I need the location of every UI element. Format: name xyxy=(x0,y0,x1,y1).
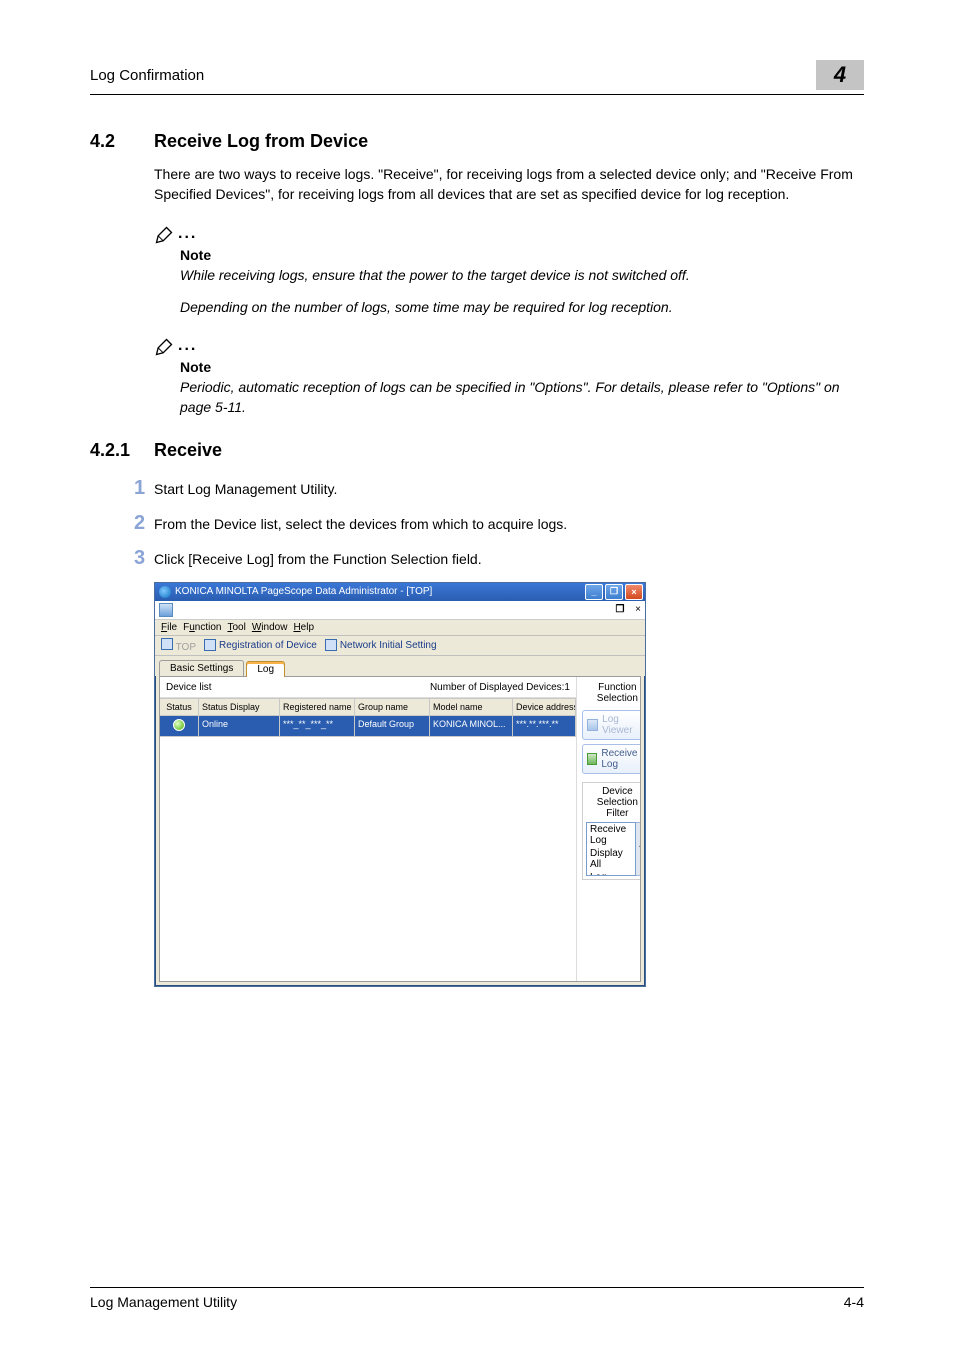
close-button[interactable]: × xyxy=(625,584,643,600)
col-status[interactable]: Status xyxy=(160,698,199,716)
toolbar: TOP Registration of Device Network Initi… xyxy=(155,636,645,656)
toolbar-registration[interactable]: Registration of Device xyxy=(204,639,317,651)
function-selection-title: Function Selection xyxy=(582,682,641,704)
cell-model-name: KONICA MINOL... xyxy=(430,716,513,737)
step-number: 2 xyxy=(134,512,152,535)
col-device-address[interactable]: Device address xyxy=(513,698,576,716)
step-number: 3 xyxy=(134,547,152,570)
mdi-close-button[interactable]: × xyxy=(631,603,645,617)
section-number: 4.2 xyxy=(90,131,154,152)
minimize-button[interactable]: _ xyxy=(585,584,603,600)
app-logo-icon xyxy=(159,586,171,598)
mdi-app-icon xyxy=(159,603,173,617)
menu-function[interactable]: Function xyxy=(183,622,221,633)
menu-file[interactable]: File xyxy=(161,622,177,633)
note-label: Note xyxy=(180,247,864,263)
device-list-label: Device list xyxy=(166,682,212,693)
col-model-name[interactable]: Model name xyxy=(430,698,513,716)
note-text: Periodic, automatic reception of logs ca… xyxy=(180,377,864,418)
menu-tool[interactable]: Tool xyxy=(227,622,245,633)
log-viewer-button[interactable]: Log Viewer xyxy=(582,710,641,740)
section-title: Receive Log from Device xyxy=(154,131,368,152)
mdi-child-titlebar: ❐ × xyxy=(155,601,645,620)
col-group-name[interactable]: Group name xyxy=(355,698,430,716)
menu-help[interactable]: Help xyxy=(293,622,314,633)
cell-device-address: ***.**.***.** xyxy=(513,716,576,737)
log-viewer-icon xyxy=(587,719,598,731)
maximize-button[interactable]: ❐ xyxy=(605,584,623,600)
pencil-icon xyxy=(154,225,174,245)
device-list-pane: Device list Number of Displayed Devices:… xyxy=(160,677,576,981)
filter-title: Device Selection Filter xyxy=(586,786,641,819)
tab-basic-settings[interactable]: Basic Settings xyxy=(159,660,244,676)
note-dots: ... xyxy=(178,225,197,245)
receive-log-button[interactable]: Receive Log xyxy=(582,744,641,774)
running-head-title: Log Confirmation xyxy=(90,67,804,84)
scroll-down-button[interactable]: ▾ xyxy=(636,822,641,876)
menubar: File Function Tool Window Help xyxy=(155,620,645,636)
filter-item[interactable]: Display All xyxy=(587,847,635,871)
toolbar-top: TOP xyxy=(161,638,196,653)
note-text: Depending on the number of logs, some ti… xyxy=(180,297,864,317)
subsection-number: 4.2.1 xyxy=(90,440,154,461)
chapter-number-badge: 4 xyxy=(816,60,864,90)
note-dots: ... xyxy=(178,337,197,357)
filter-listbox[interactable]: Receive Log Display All Log Viewer Recei… xyxy=(586,822,636,876)
step-number: 1 xyxy=(134,477,152,500)
step-text: From the Device list, select the devices… xyxy=(154,512,567,535)
device-selection-filter: Device Selection Filter Receive Log Disp… xyxy=(582,782,641,880)
tab-log[interactable]: Log xyxy=(246,661,285,677)
status-online-icon xyxy=(173,719,185,731)
app-window: KONICA MINOLTA PageScope Data Administra… xyxy=(154,582,646,987)
footer-left: Log Management Utility xyxy=(90,1294,237,1310)
mdi-restore-button[interactable]: ❐ xyxy=(613,603,627,617)
filter-item[interactable]: Log Viewer xyxy=(587,871,635,876)
footer-right: 4-4 xyxy=(844,1294,864,1310)
note-block: ... Note Periodic, automatic reception o… xyxy=(154,337,864,418)
cell-status-display: Online xyxy=(199,716,280,737)
receive-log-icon xyxy=(587,753,597,765)
function-selection-pane: Function Selection Log Viewer Receive Lo… xyxy=(576,677,641,981)
col-registered-name[interactable]: Registered name xyxy=(280,698,355,716)
step-text: Click [Receive Log] from the Function Se… xyxy=(154,547,482,570)
subsection-title: Receive xyxy=(154,440,222,461)
note-label: Note xyxy=(180,359,864,375)
menu-window[interactable]: Window xyxy=(252,622,288,633)
toolbar-network-setting[interactable]: Network Initial Setting xyxy=(325,639,437,651)
tabstrip: Basic Settings Log xyxy=(155,656,645,676)
col-status-display[interactable]: Status Display xyxy=(199,698,280,716)
cell-registered-name: ***_**_***_** xyxy=(280,716,355,737)
device-count: Number of Displayed Devices:1 xyxy=(430,682,570,693)
window-titlebar: KONICA MINOLTA PageScope Data Administra… xyxy=(155,583,645,601)
window-title: KONICA MINOLTA PageScope Data Administra… xyxy=(175,586,583,597)
table-row[interactable]: Online ***_**_***_** Default Group KONIC… xyxy=(160,716,576,737)
cell-group-name: Default Group xyxy=(355,716,430,737)
pencil-icon xyxy=(154,337,174,357)
step-text: Start Log Management Utility. xyxy=(154,477,337,500)
device-grid: Status Status Display Registered name Gr… xyxy=(160,698,576,737)
filter-item[interactable]: Receive Log xyxy=(587,823,635,847)
note-text: While receiving logs, ensure that the po… xyxy=(180,265,864,285)
section-body: There are two ways to receive logs. "Rec… xyxy=(154,164,864,205)
note-block: ... Note While receiving logs, ensure th… xyxy=(154,225,864,318)
